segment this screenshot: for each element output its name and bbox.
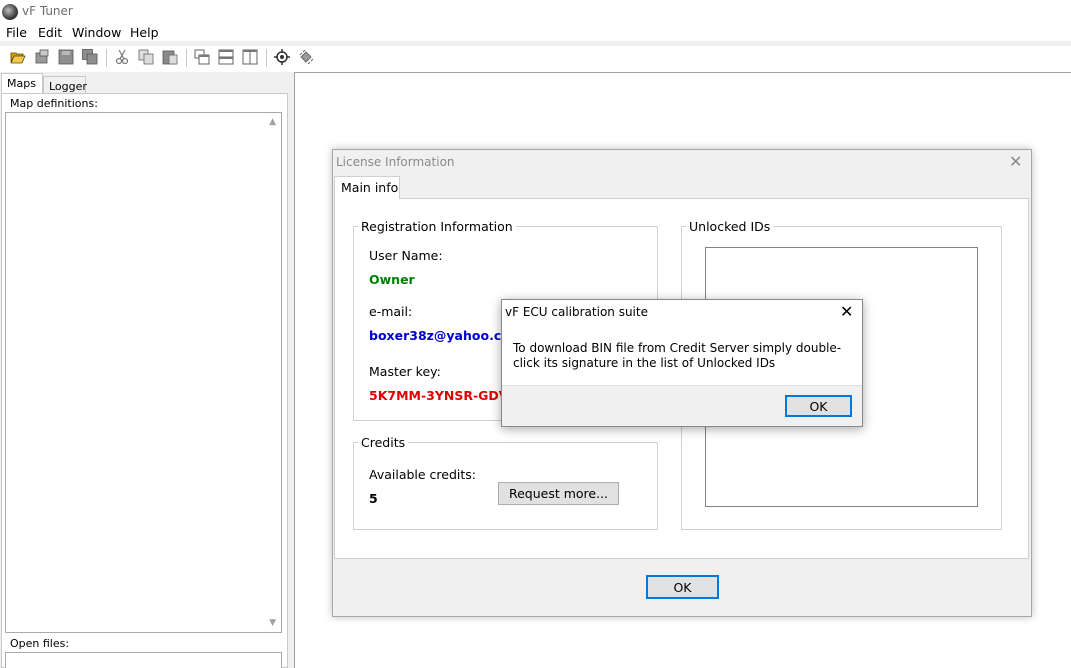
open-files-list[interactable]	[5, 652, 282, 668]
cascade-icon[interactable]	[194, 49, 210, 65]
close-icon[interactable]: ✕	[1009, 152, 1022, 171]
email-value: boxer38z@yahoo.com	[369, 328, 523, 343]
license-ok-button[interactable]: OK	[646, 575, 719, 599]
chip-icon[interactable]	[298, 49, 314, 65]
toolbar	[0, 46, 1071, 70]
available-credits-label: Available credits:	[369, 467, 477, 482]
available-credits-value: 5	[369, 491, 378, 506]
app-logo-icon	[2, 4, 18, 20]
toolbar-separator	[266, 49, 267, 67]
open-folder-icon[interactable]	[10, 49, 26, 65]
app-title: vF Tuner	[22, 4, 73, 18]
registration-group-title: Registration Information	[358, 219, 516, 234]
title-bar	[0, 0, 1071, 24]
menu-file[interactable]: File	[6, 25, 27, 40]
scroll-down-icon[interactable]: ▼	[269, 618, 276, 628]
map-definitions-list[interactable]: ▲ ▼	[5, 112, 282, 633]
user-name-label: User Name:	[369, 248, 443, 263]
tab-maps[interactable]: Maps	[1, 73, 43, 94]
menu-help[interactable]: Help	[130, 25, 159, 40]
save-all-icon[interactable]	[82, 49, 98, 65]
properties-icon[interactable]	[34, 49, 50, 65]
close-icon[interactable]: ✕	[840, 302, 853, 321]
menu-edit[interactable]: Edit	[38, 25, 62, 40]
message-box-text: To download BIN file from Credit Server …	[513, 341, 842, 370]
master-key-label: Master key:	[369, 364, 441, 379]
menu-bar: File Edit Window Help	[0, 24, 1071, 42]
tile-vertical-icon[interactable]	[242, 49, 258, 65]
message-box-footer: OK	[502, 385, 862, 426]
credits-group-title: Credits	[358, 435, 409, 450]
user-name-value: Owner	[369, 272, 415, 287]
copy-icon[interactable]	[138, 49, 154, 65]
tile-horizontal-icon[interactable]	[218, 49, 234, 65]
open-files-label: Open files:	[8, 637, 72, 650]
master-key-value: 5K7MM-3YNSR-GDVL	[369, 388, 517, 403]
map-definitions-label: Map definitions:	[8, 97, 100, 110]
scroll-up-icon[interactable]: ▲	[269, 117, 276, 127]
request-more-button[interactable]: Request more...	[498, 482, 619, 505]
menu-window[interactable]: Window	[72, 25, 121, 40]
message-ok-button[interactable]: OK	[785, 395, 852, 417]
target-icon[interactable]	[274, 49, 290, 65]
cut-icon[interactable]	[114, 49, 130, 65]
paste-icon[interactable]	[162, 49, 178, 65]
message-box-title: vF ECU calibration suite	[505, 305, 648, 319]
license-dialog-title: License Information	[336, 155, 455, 169]
email-label: e-mail:	[369, 304, 413, 319]
toolbar-separator	[106, 49, 107, 67]
tab-main-info[interactable]: Main info	[334, 176, 400, 199]
toolbar-separator	[186, 49, 187, 67]
tab-logger[interactable]: Logger	[43, 76, 87, 94]
unlocked-ids-group-title: Unlocked IDs	[686, 219, 774, 234]
save-icon[interactable]	[58, 49, 74, 65]
